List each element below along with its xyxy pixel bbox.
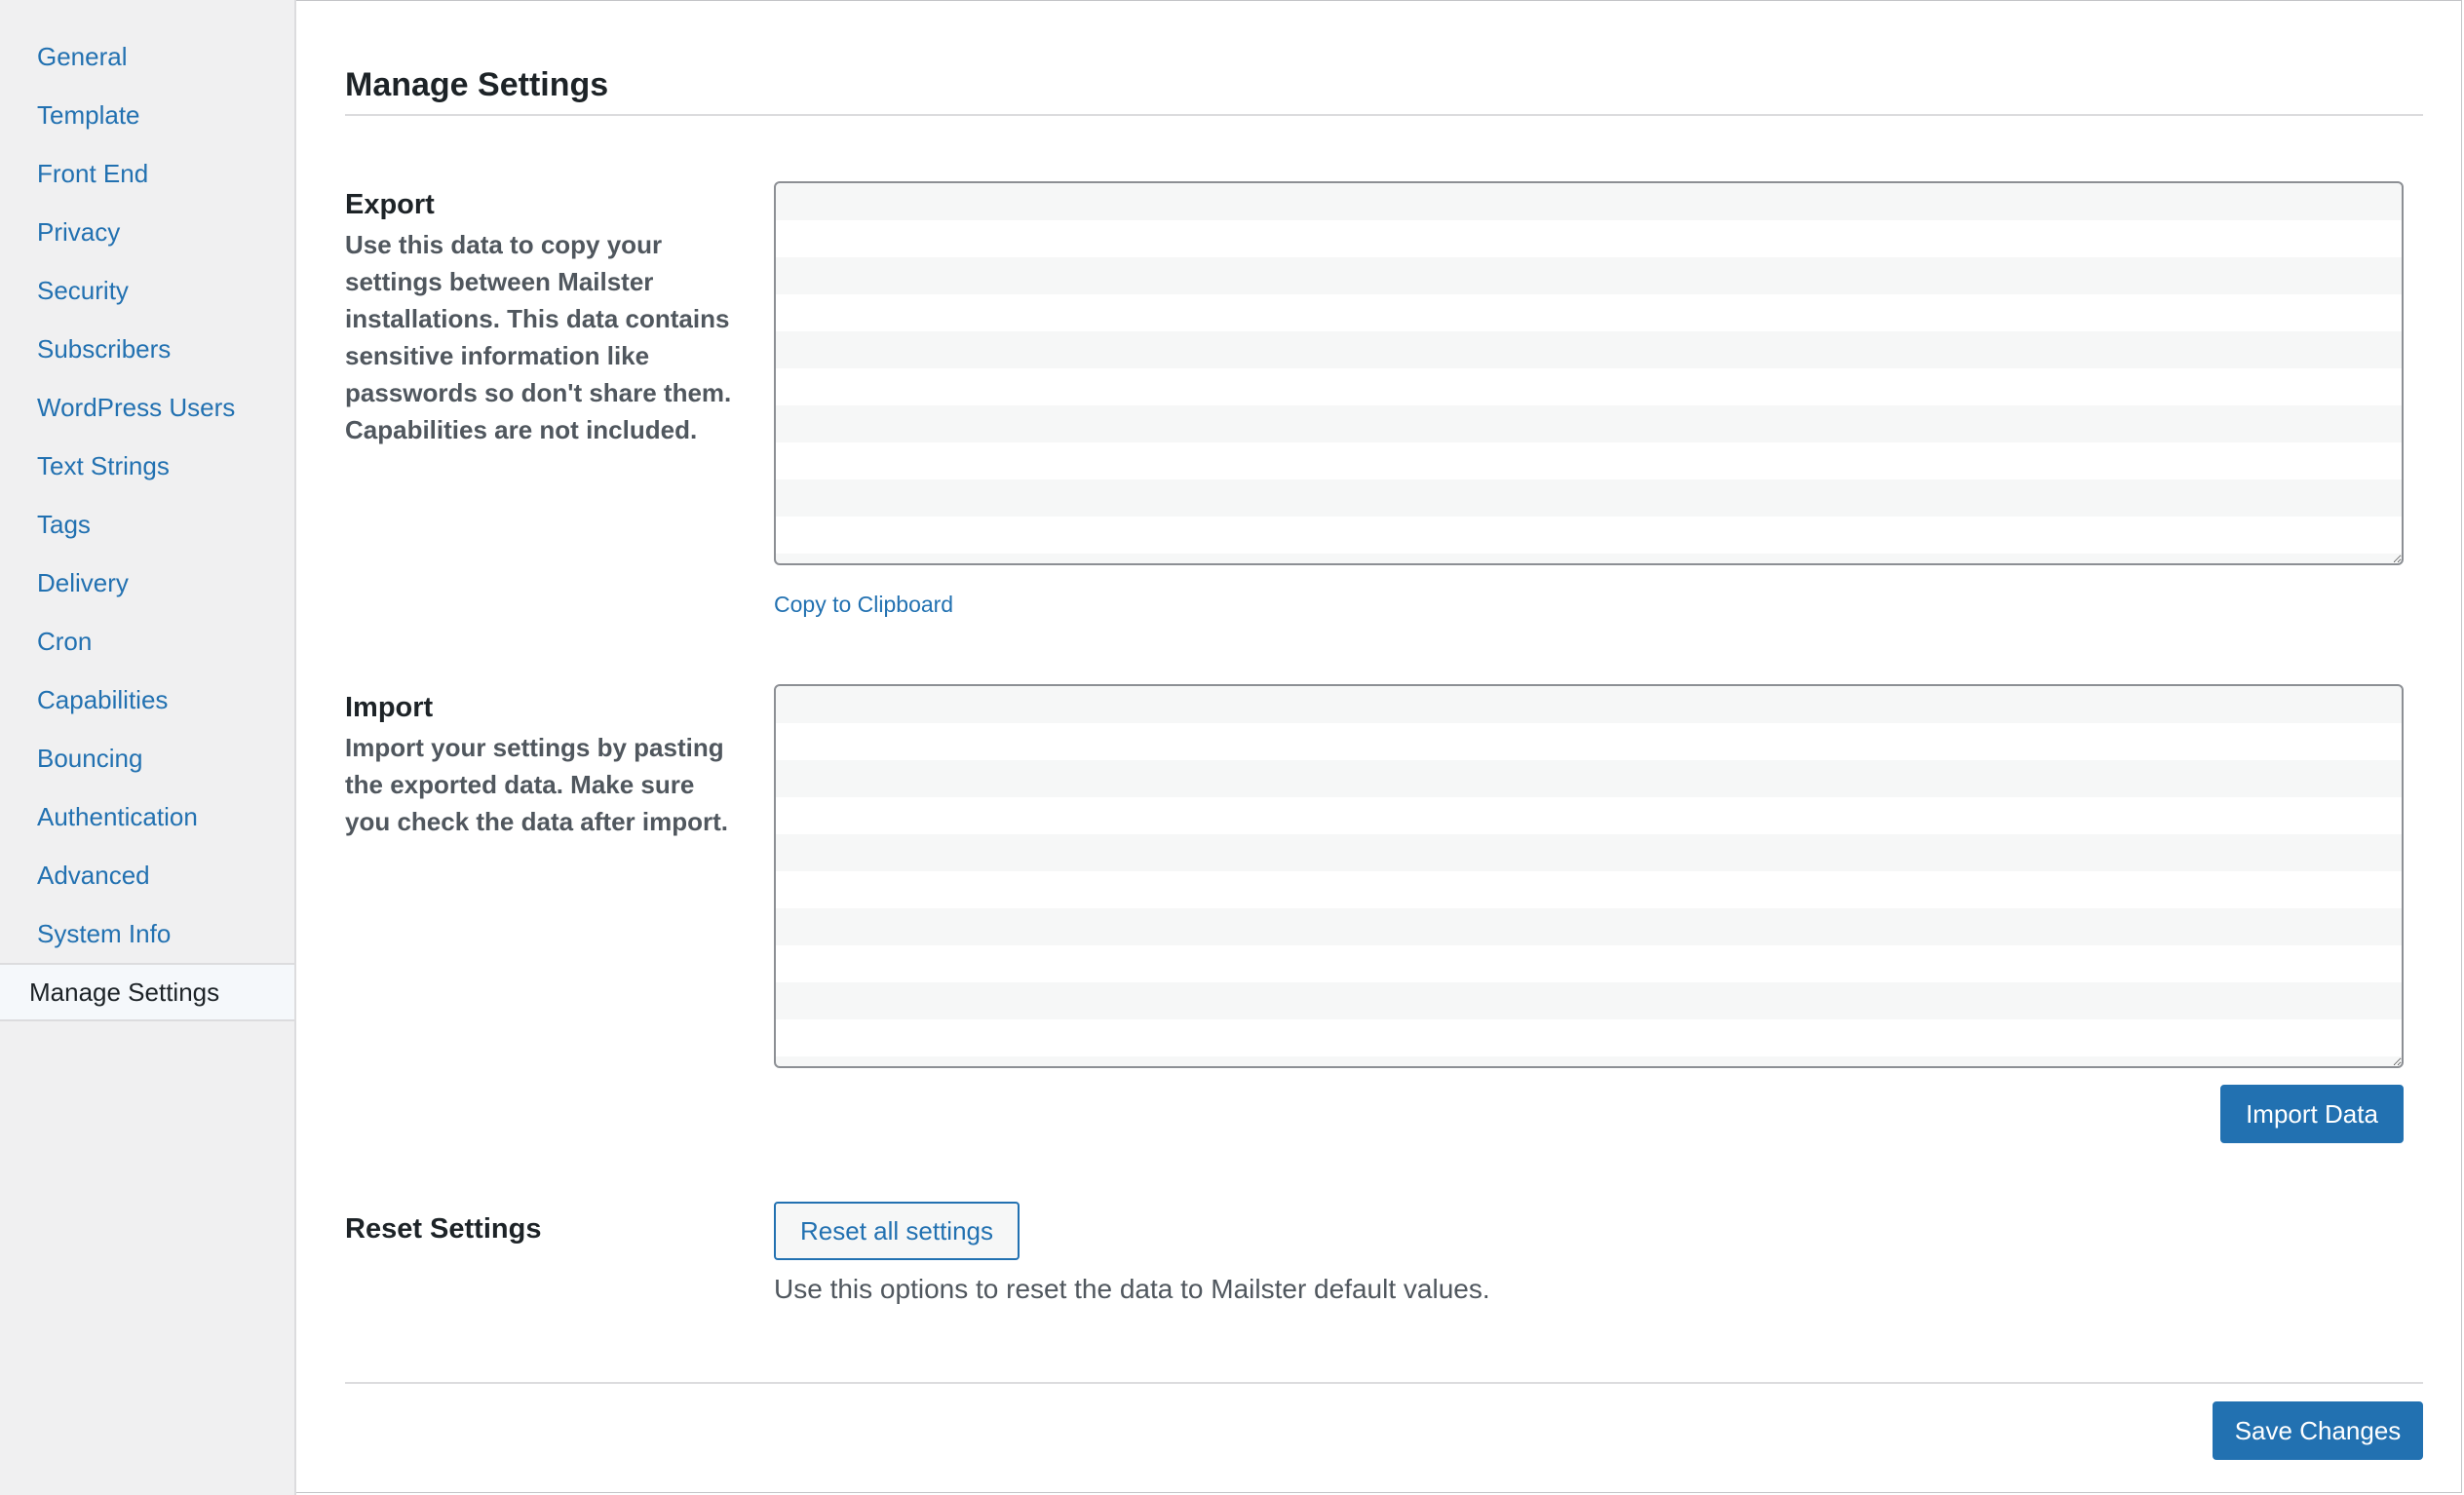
page-title: Manage Settings <box>345 66 609 103</box>
sidebar-item-bouncing[interactable]: Bouncing <box>0 729 294 787</box>
reset-settings-heading: Reset Settings <box>345 1213 542 1245</box>
sidebar-item-delivery[interactable]: Delivery <box>0 554 294 612</box>
reset-all-settings-button[interactable]: Reset all settings <box>774 1202 1020 1260</box>
sidebar-item-advanced[interactable]: Advanced <box>0 846 294 904</box>
sidebar-item-subscribers[interactable]: Subscribers <box>0 320 294 378</box>
sidebar-item-privacy[interactable]: Privacy <box>0 203 294 261</box>
sidebar-menu: General Template Front End Privacy Secur… <box>0 0 294 1021</box>
import-data-button[interactable]: Import Data <box>2220 1085 2404 1143</box>
copy-to-clipboard-link[interactable]: Copy to Clipboard <box>774 592 953 618</box>
save-changes-button[interactable]: Save Changes <box>2213 1401 2423 1460</box>
title-divider <box>345 114 2423 116</box>
sidebar-item-system-info[interactable]: System Info <box>0 904 294 963</box>
import-data-textarea[interactable] <box>774 684 2404 1068</box>
sidebar-item-security[interactable]: Security <box>0 261 294 320</box>
reset-description: Use this options to reset the data to Ma… <box>774 1274 1490 1304</box>
sidebar-item-text-strings[interactable]: Text Strings <box>0 437 294 495</box>
export-data-textarea[interactable] <box>774 181 2404 565</box>
sidebar-item-authentication[interactable]: Authentication <box>0 787 294 846</box>
import-description: Import your settings by pasting the expo… <box>345 733 728 836</box>
sidebar-item-general[interactable]: General <box>0 27 294 86</box>
export-heading: Export <box>345 189 435 220</box>
sidebar-item-wordpress-users[interactable]: WordPress Users <box>0 378 294 437</box>
import-heading: Import <box>345 692 434 723</box>
footer-divider <box>345 1382 2423 1384</box>
sidebar-item-capabilities[interactable]: Capabilities <box>0 671 294 729</box>
sidebar-item-manage-settings[interactable]: Manage Settings <box>0 963 294 1021</box>
sidebar-item-template[interactable]: Template <box>0 86 294 144</box>
settings-sidebar: General Template Front End Privacy Secur… <box>0 0 296 1495</box>
sidebar-item-front-end[interactable]: Front End <box>0 144 294 203</box>
sidebar-item-tags[interactable]: Tags <box>0 495 294 554</box>
export-description: Use this data to copy your settings betw… <box>345 230 732 444</box>
sidebar-item-cron[interactable]: Cron <box>0 612 294 671</box>
